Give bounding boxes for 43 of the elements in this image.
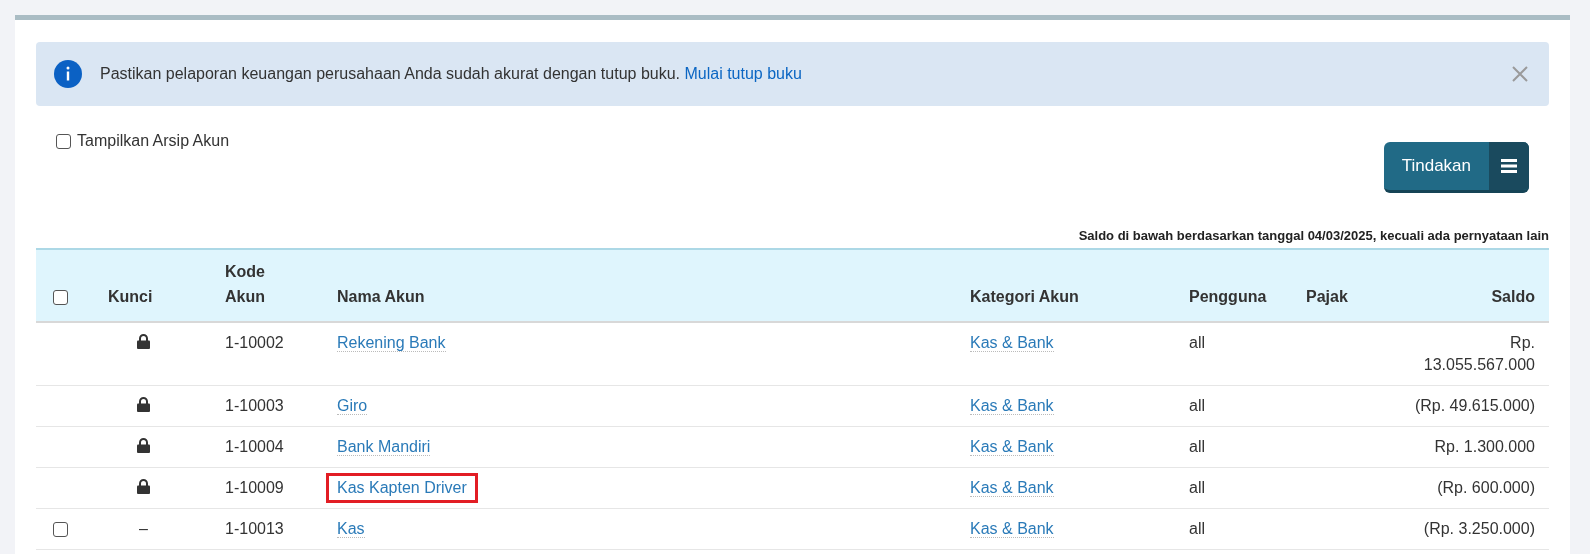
alert-message: Pastikan pelaporan keuangan perusahaan Anda sudah akurat dengan tutup buku. Mulai tutup buku xyxy=(100,65,803,83)
column-header: Saldo xyxy=(1400,249,1549,322)
checkbox[interactable] xyxy=(56,133,71,149)
column-header: Pengguna xyxy=(1179,249,1296,322)
account-code: 1-10004 xyxy=(215,426,327,468)
category-link[interactable]: Kas & Bank xyxy=(970,334,1054,352)
user-cell: all xyxy=(1179,426,1296,468)
column-header: Kunci xyxy=(98,249,215,322)
account-name-link[interactable]: Kas xyxy=(337,520,365,538)
balance-note: Saldo di bawah berdasarkan tanggal 04/03/2025, kecuali ada pernyataan lain xyxy=(1077,228,1549,243)
user-cell: all xyxy=(1179,322,1296,386)
category-link[interactable]: Kas & Bank xyxy=(970,479,1054,497)
user-cell: all xyxy=(1179,467,1296,509)
category-link[interactable]: Kas & Bank xyxy=(970,438,1054,456)
column-header: Nama Akun xyxy=(327,249,960,322)
account-code: 1-10003 xyxy=(215,385,327,427)
account-code: 1-10013 xyxy=(215,508,327,550)
balance-cell: (Rp. 49.615.000) xyxy=(1400,385,1549,427)
account-code: 1-10002 xyxy=(215,322,327,386)
user-cell: all xyxy=(1179,508,1296,550)
unlocked-dash: – xyxy=(139,520,148,537)
account-name-link[interactable]: Bank Mandiri xyxy=(337,438,431,456)
column-header: Pajak xyxy=(1296,249,1400,322)
category-link[interactable]: Kas & Bank xyxy=(970,520,1054,538)
account-name-link[interactable]: Kas Kapten Driver xyxy=(326,473,478,503)
checkbox[interactable] xyxy=(53,522,68,538)
column-header: Kode Akun xyxy=(215,249,327,322)
balance-cell: Rp. 1.300.000 xyxy=(1400,426,1549,468)
account-code: 1-10009 xyxy=(215,467,327,509)
balance-cell: Rp. 13.055.567.000 xyxy=(1400,322,1549,386)
account-name-link[interactable]: Giro xyxy=(337,397,368,415)
start-closing-link[interactable]: Mulai tutup buku xyxy=(684,65,802,82)
checkbox[interactable] xyxy=(53,290,68,306)
column-header: Kategori Akun xyxy=(960,249,1179,322)
balance-cell: (Rp. 600.000) xyxy=(1400,467,1549,509)
info-icon xyxy=(54,60,82,88)
account-name-link[interactable]: Rekening Bank xyxy=(337,334,446,352)
menu-icon xyxy=(1501,159,1517,173)
balance-cell: (Rp. 3.250.000) xyxy=(1400,508,1549,550)
category-link[interactable]: Kas & Bank xyxy=(970,397,1054,415)
show-archive-label: Tampilkan Arsip Akun xyxy=(77,132,230,150)
user-cell: all xyxy=(1179,385,1296,427)
actions-button[interactable]: Tindakan xyxy=(1383,142,1529,193)
